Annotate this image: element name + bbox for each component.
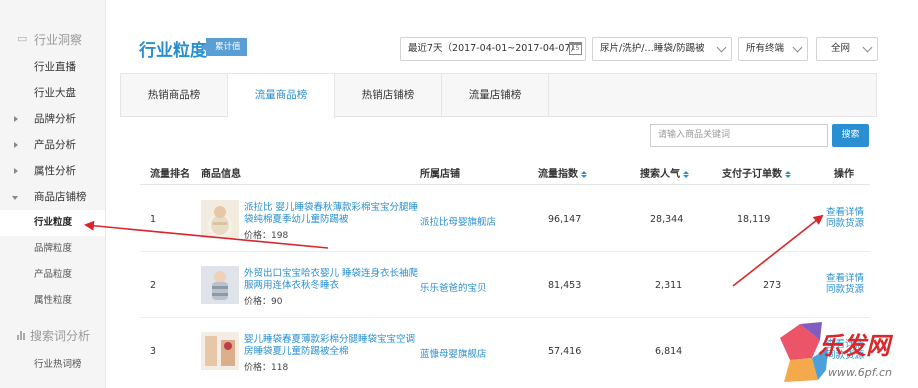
arrow-to-sidebar: [84, 220, 329, 249]
watermark-logo: 乐发网 www.6pf.cn: [770, 318, 918, 388]
watermark-url: www.6pf.cn: [828, 366, 892, 379]
page: ▭ 行业洞察 行业直播 行业大盘 品牌分析 产品分析 属性分析 商品店铺榜 行业…: [0, 0, 918, 388]
watermark-text: 乐发网: [818, 331, 890, 360]
arrow-to-details: [732, 214, 824, 287]
